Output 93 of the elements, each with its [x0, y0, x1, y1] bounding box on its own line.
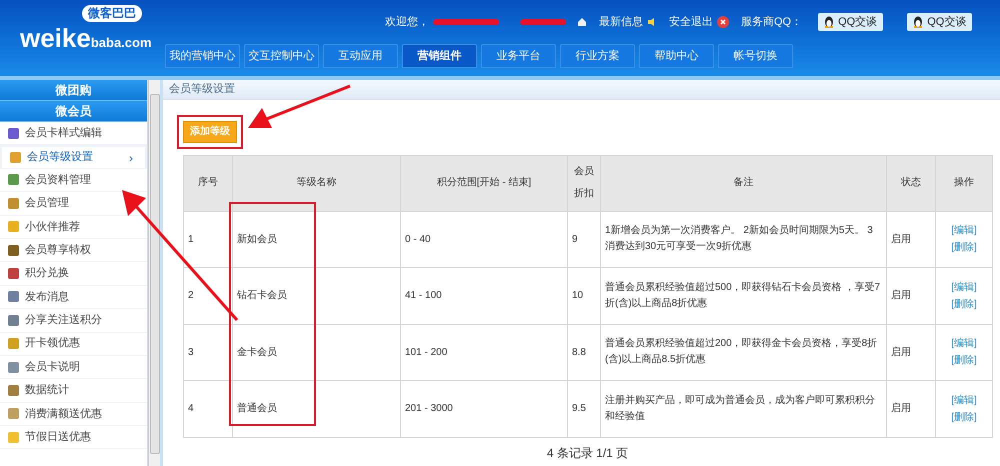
- table-cell: 8.8: [568, 324, 600, 380]
- table-cell: 钻石卡会员: [232, 268, 400, 324]
- menu-item-icon: [8, 128, 19, 139]
- service-label: 服务商QQ：: [741, 14, 802, 30]
- header-link[interactable]: 最新信息: [599, 14, 643, 30]
- table-cell: 普通会员累积经验值超过500，即获得钻石卡会员资格 ，享受7折(含)以上商品8折优惠: [600, 268, 886, 324]
- table-cell: 4: [184, 380, 232, 437]
- chevron-icon: ›: [129, 148, 137, 167]
- action-link[interactable]: [删除]: [951, 240, 977, 256]
- table-cell: 10: [568, 268, 600, 324]
- menu-item-icon: [8, 198, 19, 209]
- sidebar-item[interactable]: 会员资料管理: [0, 168, 147, 192]
- column-header: 序号: [184, 155, 232, 211]
- nav-tab[interactable]: 帮助中心: [639, 44, 714, 68]
- table-cell: 101 - 200: [400, 324, 568, 380]
- menu-item-icon: [8, 291, 19, 302]
- table-cell: 普通会员: [232, 380, 400, 437]
- nav-tab[interactable]: 交互控制中心: [244, 44, 319, 68]
- home-icon: [577, 17, 587, 27]
- sidebar-item[interactable]: 会员等级设置 ›: [0, 145, 147, 169]
- sidebar-group-header[interactable]: 微会员: [0, 101, 147, 122]
- breadcrumb: 会员等级设置: [169, 82, 235, 98]
- speaker-icon: [647, 17, 657, 27]
- nav-tab[interactable]: 营销组件: [402, 44, 477, 68]
- sidebar-item[interactable]: 积分兑换: [0, 262, 147, 286]
- menu-item-icon: [8, 314, 19, 326]
- column-header: 会员折扣: [568, 155, 600, 211]
- menu-item-icon: [8, 408, 19, 420]
- table-cell: 启用: [886, 268, 936, 324]
- action-link[interactable]: [编辑]: [951, 223, 977, 238]
- penguin-icon: [824, 16, 834, 28]
- table-cell: 普通会员累积经验值超过200，即获得金卡会员资格，享受8折(含)以上商品8.5折优惠: [600, 324, 886, 380]
- action-link[interactable]: [编辑]: [951, 392, 977, 408]
- nav-tab[interactable]: 我的营销中心: [165, 44, 240, 68]
- table-cell: 1: [184, 211, 232, 268]
- action-link[interactable]: [编辑]: [951, 336, 977, 352]
- welcome-text: 欢迎您，: [385, 14, 429, 30]
- sidebar-item[interactable]: 数据统计: [0, 379, 147, 403]
- menu-item-icon: [8, 338, 19, 350]
- pagination-text: 4 条记录 1/1 页: [546, 444, 628, 462]
- menu-item-icon: [8, 221, 19, 232]
- sidebar-item[interactable]: 消费满额送优惠: [0, 402, 147, 426]
- sidebar-item[interactable]: 发布消息: [0, 286, 147, 310]
- table-cell: 启用: [886, 380, 936, 437]
- table-cell: 1新增会员为第一次消费客户。 2新如会员时间期限为5天。 3消费达到30元可享受一次9折优惠: [600, 211, 886, 268]
- nav-tab[interactable]: 帐号切换: [718, 44, 793, 68]
- qq-chat-button[interactable]: QQ交谈: [818, 13, 884, 31]
- table-cell: 注册并购买产品，即可成为普通会员，成为客户即可累积积分和经验值: [600, 380, 886, 437]
- sidebar-group-header[interactable]: 微团购: [0, 80, 147, 101]
- column-header: 积分范围[开始 - 结束]: [400, 155, 568, 211]
- menu-item-icon: [8, 174, 19, 186]
- logo-badge: 微客巴巴: [82, 5, 142, 22]
- menu-item-icon: [8, 432, 19, 443]
- sidebar-item[interactable]: 会员卡说明: [0, 356, 147, 380]
- table-cell: 9: [568, 211, 600, 268]
- table-cell: 3: [184, 324, 232, 380]
- menu-item-icon: [8, 362, 19, 373]
- table-cell: 0 - 40: [400, 211, 568, 268]
- menu-item-icon: [10, 152, 21, 164]
- sidebar-item[interactable]: 会员卡样式编辑: [0, 122, 147, 146]
- sidebar-item[interactable]: 会员尊享特权: [0, 238, 147, 262]
- nav-tab[interactable]: 业务平台: [481, 44, 556, 68]
- column-header: 备注: [600, 155, 886, 211]
- table-cell: 2: [184, 268, 232, 324]
- action-link[interactable]: [删除]: [951, 410, 977, 425]
- sidebar-item[interactable]: 节假日送优惠: [0, 426, 147, 450]
- nav-tab[interactable]: 互动应用: [323, 44, 398, 68]
- action-link[interactable]: [删除]: [951, 296, 977, 312]
- column-header: 状态: [886, 155, 936, 211]
- table-cell: 201 - 3000: [400, 380, 568, 437]
- column-header: 操作: [936, 155, 992, 211]
- table-cell: 启用: [886, 324, 936, 380]
- table-cell: 新如会员: [232, 211, 400, 268]
- nav-tab[interactable]: 行业方案: [560, 44, 635, 68]
- sidebar-item[interactable]: 小伙伴推荐: [0, 216, 147, 239]
- table-cell: 9.5: [568, 380, 600, 437]
- column-header: 等级名称: [232, 155, 400, 211]
- table-cell: 41 - 100: [400, 268, 568, 324]
- qq-chat-button[interactable]: QQ交谈: [907, 13, 972, 31]
- logo-text: weike: [20, 25, 91, 51]
- table-cell: 金卡会员: [232, 324, 400, 380]
- penguin-icon: [913, 16, 924, 28]
- table-cell: 启用: [886, 211, 936, 268]
- action-link[interactable]: [删除]: [951, 353, 977, 368]
- close-icon: [717, 16, 729, 28]
- menu-item-icon: [8, 268, 19, 280]
- sidebar-item[interactable]: 开卡领优惠: [0, 332, 147, 356]
- menu-item-icon: [8, 244, 19, 256]
- header-link[interactable]: 安全退出: [669, 14, 713, 30]
- sidebar-item[interactable]: 分享关注送积分: [0, 309, 147, 333]
- menu-item-icon: [8, 384, 19, 396]
- logo-domain: baba.com: [90, 36, 152, 49]
- action-link[interactable]: [编辑]: [951, 280, 977, 295]
